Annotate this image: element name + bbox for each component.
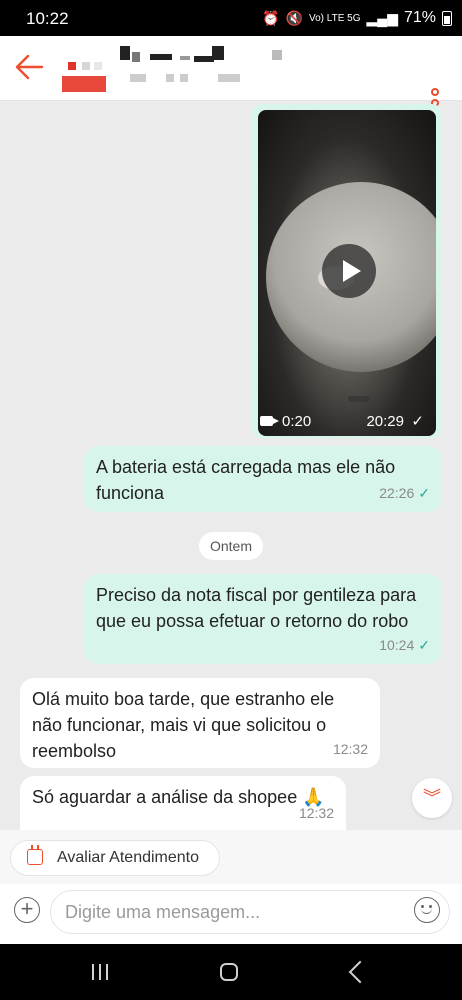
message-bubble-outgoing[interactable]: A bateria está carregada mas ele não fun… bbox=[84, 446, 442, 512]
rate-service-button[interactable]: Avaliar Atendimento bbox=[10, 840, 220, 876]
message-meta: 10:24 ✓ bbox=[379, 632, 430, 658]
double-chevron-down-icon: ︾ bbox=[423, 788, 441, 808]
message-bubble-outgoing[interactable]: Preciso da nota fiscal por gentileza par… bbox=[84, 574, 442, 664]
video-camera-icon bbox=[260, 416, 279, 426]
message-bubble-incoming[interactable]: Olá muito boa tarde, que estranho ele nã… bbox=[20, 678, 380, 768]
play-icon[interactable] bbox=[322, 244, 376, 298]
battery-icon bbox=[442, 10, 452, 26]
home-icon[interactable] bbox=[220, 963, 238, 981]
read-check-icon: ✓ bbox=[418, 637, 430, 653]
message-time: 10:24 bbox=[379, 637, 415, 653]
video-duration: 0:20 bbox=[282, 413, 312, 430]
message-bubble-incoming[interactable]: Só aguardar a análise da shopee 🙏 12:32 bbox=[20, 776, 346, 830]
message-text: Olá muito boa tarde, que estranho ele nã… bbox=[32, 689, 335, 761]
signal-icon: ▂▄▆ bbox=[366, 9, 398, 26]
video-time: 20:29 bbox=[366, 413, 404, 430]
back-arrow-icon[interactable] bbox=[14, 54, 44, 80]
message-text: Preciso da nota fiscal por gentileza par… bbox=[96, 585, 417, 631]
alarm-icon: ⏰ bbox=[262, 9, 280, 26]
network-labels: Vo) LTE 5G bbox=[309, 12, 361, 24]
video-meta: 0:20 20:29 ✓ bbox=[252, 410, 430, 434]
date-separator: Ontem bbox=[199, 532, 263, 560]
message-time: 22:26 bbox=[379, 485, 415, 501]
message-time: 12:32 bbox=[332, 741, 368, 757]
mute-icon: 🔇 bbox=[285, 9, 303, 26]
video-message[interactable]: 0:20 20:29 ✓ bbox=[252, 104, 442, 438]
avatar[interactable] bbox=[60, 56, 106, 93]
video-thumbnail[interactable] bbox=[258, 110, 436, 436]
status-icons: ⏰ 🔇 Vo) LTE 5G ▂▄▆ 71% bbox=[262, 9, 452, 27]
scroll-down-button[interactable]: ︾ bbox=[412, 778, 452, 818]
plus-icon[interactable]: + bbox=[14, 897, 40, 923]
contact-name-redacted bbox=[120, 44, 300, 86]
message-input-placeholder: Digite uma mensagem... bbox=[65, 902, 261, 922]
message-text: A bateria está carregada mas ele não fun… bbox=[96, 457, 396, 503]
message-input[interactable]: Digite uma mensagem... bbox=[50, 890, 450, 934]
message-text: Só aguardar a análise da shopee 🙏 bbox=[32, 787, 325, 807]
recent-apps-icon[interactable] bbox=[92, 964, 108, 980]
read-check-icon: ✓ bbox=[411, 413, 424, 430]
emoji-icon[interactable] bbox=[414, 897, 440, 923]
message-meta: 22:26 ✓ bbox=[379, 480, 430, 506]
battery-percent: 71% bbox=[403, 9, 436, 26]
calendar-check-icon bbox=[27, 845, 43, 865]
rate-service-label: Avaliar Atendimento bbox=[57, 849, 200, 866]
status-bar: 10:22 ⏰ 🔇 Vo) LTE 5G ▂▄▆ 71% bbox=[0, 0, 462, 36]
status-time: 10:22 bbox=[26, 9, 69, 28]
read-check-icon: ✓ bbox=[418, 485, 430, 501]
message-time: 12:32 bbox=[298, 805, 334, 821]
